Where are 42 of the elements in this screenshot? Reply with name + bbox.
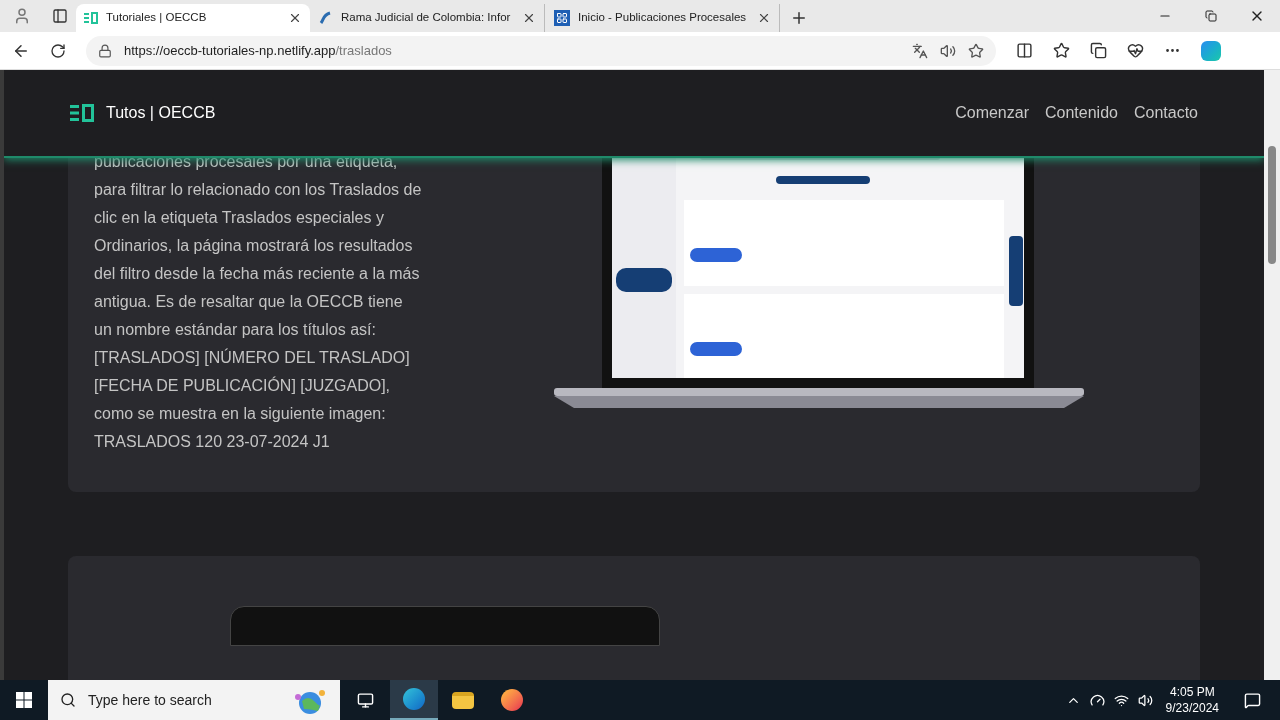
task-view-icon[interactable] <box>356 691 374 709</box>
url-text: https://oeccb-tutoriales-np.netlify.app/traslados <box>124 41 393 60</box>
favorites-icon[interactable] <box>1053 42 1070 59</box>
folder-icon[interactable] <box>452 691 474 709</box>
windows-icon[interactable] <box>16 692 32 708</box>
star-icon[interactable] <box>968 42 984 59</box>
nav-link[interactable]: Contenido <box>1045 101 1118 125</box>
restore-icon[interactable] <box>1205 10 1217 22</box>
split-screen-icon[interactable] <box>1016 42 1033 59</box>
address-bar[interactable]: https://oeccb-tutoriales-np.netlify.app/traslados <box>86 35 996 66</box>
search-icon <box>60 692 76 708</box>
lock-icon <box>98 43 112 58</box>
firefox-app-icon[interactable] <box>501 689 523 711</box>
copilot-icon[interactable] <box>1201 40 1221 61</box>
browser-tab[interactable]: Tutoriales | OECCB <box>76 4 310 32</box>
collections-icon[interactable] <box>1090 42 1107 59</box>
network-icon[interactable] <box>1113 692 1129 708</box>
scrollbar[interactable] <box>1264 70 1280 680</box>
reload-icon[interactable] <box>50 42 66 59</box>
heart-pulse-icon[interactable] <box>1127 42 1144 59</box>
brand-name[interactable]: Tutos | OECCB <box>106 101 216 125</box>
clock-date[interactable]: 9/23/2024 <box>1165 700 1219 716</box>
read-aloud-icon[interactable] <box>940 42 956 59</box>
notifications-icon[interactable] <box>1243 691 1261 709</box>
volume-icon[interactable] <box>1137 692 1153 708</box>
close-icon[interactable] <box>522 11 536 25</box>
translate-icon[interactable] <box>912 42 928 59</box>
taskbar-search-field[interactable]: Type here to search <box>48 680 340 720</box>
new-tab-icon[interactable] <box>790 9 808 27</box>
grid-icon <box>554 10 570 26</box>
nav-link[interactable]: Comenzar <box>955 101 1029 125</box>
browser-app-icon[interactable] <box>403 688 425 710</box>
profile-icon[interactable] <box>13 7 31 25</box>
clock-time[interactable]: 4:05 PM <box>1169 684 1215 700</box>
logo-icon <box>84 12 98 24</box>
nav-link[interactable]: Contacto <box>1133 101 1198 125</box>
wave-icon <box>319 11 333 25</box>
close-icon[interactable] <box>288 11 302 25</box>
logo-icon <box>70 104 94 122</box>
tab-actions-icon[interactable] <box>52 8 68 24</box>
close-icon[interactable] <box>757 11 771 25</box>
article-paragraph: publicaciones procesales por una etiqueta, para filtrar lo relacionado con los Traslados de clic en la etiqueta Traslados especiales y Ordinarios, la página mostrará los resultados del filtro desde la fecha más reciente a la más antigua. Es de resaltar que la OECCB tiene un nombre estándar para los títulos así: [TRASLADOS] [NÚMERO DEL TRASLADO] [FECHA DE PUBLICACIÓN] [JUZGADO], como se muestra en la siguiente imagen: TRASLADOS 120 23-07-2024 J1 <box>94 152 423 452</box>
